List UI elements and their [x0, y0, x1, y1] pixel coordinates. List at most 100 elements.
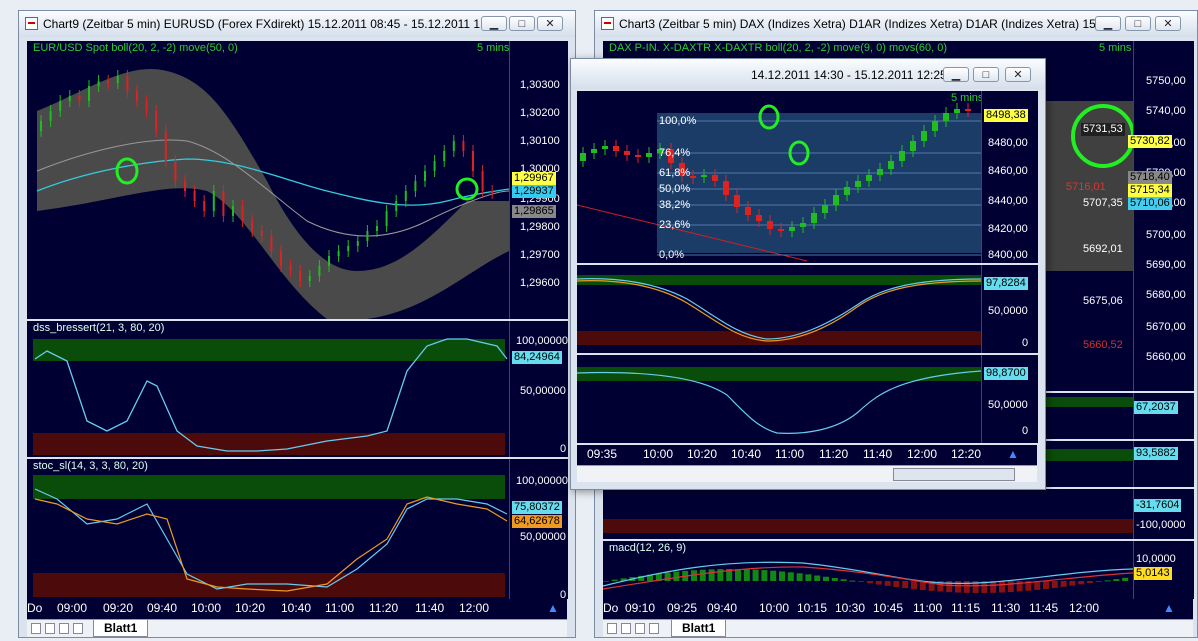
axis-tick: 11:00	[913, 601, 943, 615]
candle	[299, 271, 302, 281]
fib-label: 38,2%	[659, 199, 691, 211]
prev-sheet-button[interactable]	[45, 623, 55, 634]
next-sheet-button[interactable]	[59, 623, 69, 634]
sheet-tabs: Blatt1	[27, 619, 567, 637]
level-label: 5675,06	[1083, 295, 1123, 307]
candle	[289, 266, 292, 271]
indicator1-pane[interactable]	[577, 265, 981, 353]
axis-tick: 5670,00	[1146, 321, 1186, 333]
sheet-tab[interactable]: Blatt1	[93, 620, 149, 637]
fib-label: 100,0%	[659, 115, 697, 127]
candle	[174, 161, 177, 181]
axis-tick: 8420,00	[988, 223, 1028, 235]
candle	[954, 109, 960, 113]
candle	[433, 161, 436, 171]
close-button[interactable]: ✕	[1005, 67, 1031, 82]
axis-tick: 12:20	[951, 447, 982, 461]
dss-line	[577, 370, 981, 434]
stoc-pane[interactable]: stoc_sl(14, 3, 3, 80, 20)	[27, 459, 509, 599]
axis-tick: 11:30	[991, 601, 1021, 615]
candle	[97, 81, 100, 86]
axis-tick: 0	[1022, 337, 1029, 349]
candle	[251, 221, 254, 231]
close-button[interactable]: ✕	[537, 16, 563, 31]
candle	[260, 231, 263, 236]
next-sheet-button[interactable]	[635, 623, 645, 634]
histogram-bar	[761, 570, 768, 581]
indicator1-tag: 97,8284	[984, 277, 1028, 290]
candle	[126, 76, 129, 91]
histogram-bar	[1095, 581, 1102, 582]
price-pane[interactable]: EUR/USD Spot boll(20, 2, -2) move(50, 0)…	[27, 41, 509, 319]
axis-tick: 11:00	[775, 447, 805, 461]
window-title: Chart3 (Zeitbar 5 min) DAX (Indizes Xetr…	[619, 17, 1106, 31]
histogram-bar	[849, 580, 856, 582]
title-bar[interactable]: 14.12.2011 14:30 - 15.12.2011 12:25 ▁ □ …	[571, 59, 1045, 89]
axis-tick: 0	[1022, 425, 1029, 437]
histogram-bar	[805, 574, 812, 581]
draw-tool-icon[interactable]: ▲	[1007, 447, 1019, 461]
candle	[613, 146, 619, 151]
axis-tick: 5660,00	[1146, 351, 1186, 363]
maximize-button[interactable]: □	[973, 67, 999, 82]
minimize-button[interactable]: ▁	[943, 67, 969, 82]
candle	[778, 229, 784, 231]
candle	[723, 181, 729, 195]
candle	[414, 181, 417, 191]
last-sheet-button[interactable]	[649, 623, 659, 634]
candle	[328, 256, 330, 266]
candle	[203, 201, 206, 211]
candle	[855, 181, 861, 187]
axis-tick: 1,30300	[520, 79, 560, 91]
title-bar[interactable]: Chart3 (Zeitbar 5 min) DAX (Indizes Xetr…	[595, 11, 1197, 37]
close-button[interactable]: ✕	[1155, 16, 1181, 31]
axis-tick: 11:15	[951, 601, 981, 615]
first-sheet-button[interactable]	[31, 623, 41, 634]
candle	[40, 121, 42, 131]
candle	[481, 171, 484, 191]
maximize-button[interactable]: □	[1125, 16, 1151, 31]
indicator3-pane[interactable]	[603, 489, 1133, 539]
histogram-bar	[796, 573, 803, 581]
candle	[116, 76, 119, 83]
title-bar[interactable]: Chart9 (Zeitbar 5 min) EURUSD (Forex FXd…	[19, 11, 575, 37]
axis-tick: 1,29700	[520, 249, 560, 261]
price-axis: 8498,38 8480,00 8460,00 8440,00 8420,00 …	[981, 91, 1038, 263]
indicator2-pane[interactable]	[577, 355, 981, 443]
maximize-button[interactable]: □	[509, 16, 535, 31]
horizontal-scrollbar[interactable]	[577, 465, 1037, 482]
macd-pane[interactable]: macd(12, 26, 9)	[603, 541, 1133, 599]
dax-popup-window[interactable]: 14.12.2011 14:30 - 15.12.2011 12:25 ▁ □ …	[570, 58, 1046, 490]
first-sheet-button[interactable]	[607, 623, 617, 634]
minimize-button[interactable]: ▁	[1095, 16, 1121, 31]
axis-tick: 10:20	[235, 601, 266, 615]
level-label: 5707,35	[1083, 197, 1123, 209]
dss-pane[interactable]: dss_bressert(21, 3, 80, 20)	[27, 321, 509, 457]
candle	[356, 241, 359, 246]
draw-tool-icon[interactable]: ▲	[1163, 601, 1175, 615]
histogram-bar	[867, 581, 873, 584]
histogram-bar	[708, 569, 715, 581]
scrollbar-thumb[interactable]	[893, 468, 1015, 481]
time-axis: 09:35 10:00 10:20 10:40 11:00 11:20 11:4…	[577, 445, 1037, 465]
draw-tool-icon[interactable]: ▲	[547, 601, 559, 615]
histogram-bar	[664, 572, 671, 581]
indicator1-chart	[577, 278, 981, 342]
band-tag: 5710,06	[1128, 197, 1172, 210]
last-sheet-button[interactable]	[73, 623, 83, 634]
stoc-chart	[34, 488, 508, 592]
axis-tick: 10:00	[759, 601, 790, 615]
candle	[800, 223, 806, 227]
sheet-tab[interactable]: Blatt1	[671, 620, 727, 637]
candle	[145, 101, 148, 111]
candle	[193, 191, 196, 201]
price-pane[interactable]: 5 mins 100,0% 76,4% 61,8% 50,0% 38,2% 23…	[577, 91, 981, 263]
minimize-button[interactable]: ▁	[481, 16, 507, 31]
stoc-d-tag: 64,62678	[512, 515, 562, 528]
candle	[462, 141, 465, 151]
chart9-window[interactable]: Chart9 (Zeitbar 5 min) EURUSD (Forex FXd…	[18, 10, 576, 638]
histogram-bar	[1104, 580, 1111, 582]
axis-tick: 50,00000	[520, 385, 566, 397]
window-title: 14.12.2011 14:30 - 15.12.2011 12:25	[751, 68, 947, 82]
prev-sheet-button[interactable]	[621, 623, 631, 634]
